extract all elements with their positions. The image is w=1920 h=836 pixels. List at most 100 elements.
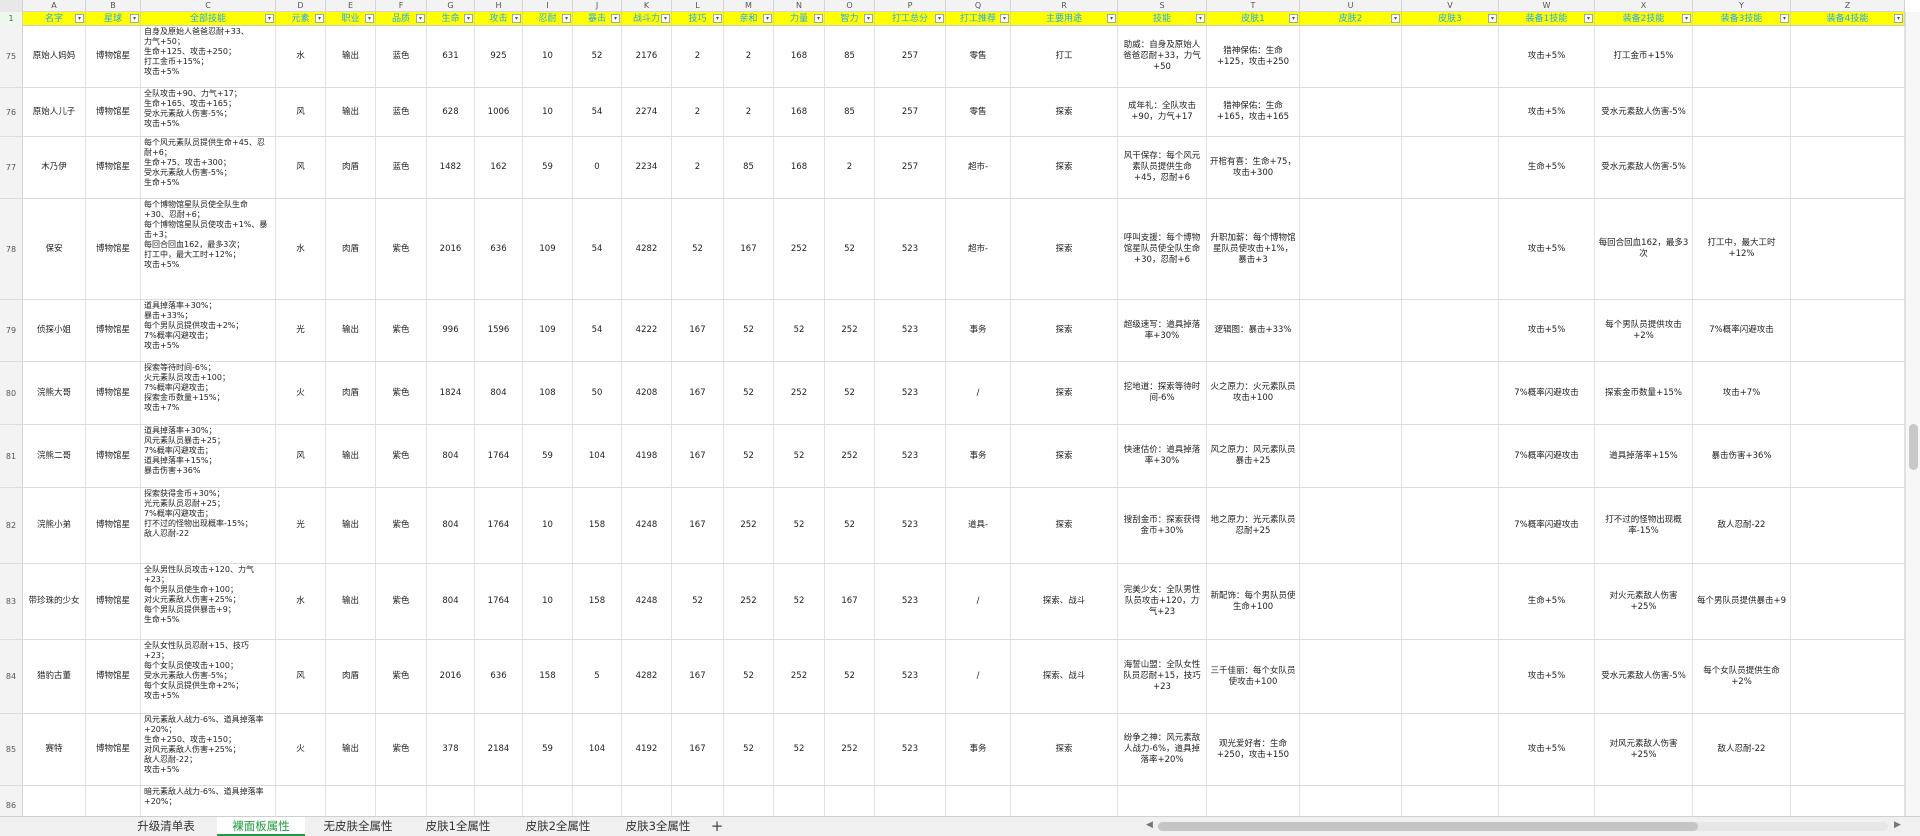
column-letter[interactable]: L xyxy=(672,0,724,12)
column-letter[interactable]: N xyxy=(774,0,825,12)
cell-f[interactable]: 紫色 xyxy=(376,300,427,361)
filter-dropdown-icon[interactable]: ▾ xyxy=(814,14,823,23)
cell-v[interactable] xyxy=(1402,488,1499,563)
cell-o[interactable]: 52 xyxy=(825,199,875,299)
cell-l[interactable]: 167 xyxy=(672,425,724,487)
sheet-tab[interactable]: 升级清单表 xyxy=(122,817,210,836)
cell-m[interactable]: 52 xyxy=(724,425,774,487)
cell-p[interactable]: 523 xyxy=(875,362,946,424)
cell-b[interactable] xyxy=(86,786,141,816)
header-cell[interactable]: 装备4技能 ▾ xyxy=(1791,12,1905,26)
cell-g[interactable]: 804 xyxy=(427,564,475,639)
column-letter[interactable]: I xyxy=(523,0,573,12)
cell-j[interactable]: 158 xyxy=(573,488,622,563)
horizontal-scroll-thumb[interactable] xyxy=(1158,822,1698,831)
filter-dropdown-icon[interactable]: ▾ xyxy=(1289,14,1298,23)
cell-t[interactable]: 开棺有喜：生命+75，攻击+300 xyxy=(1207,137,1300,198)
cell-h[interactable]: 1596 xyxy=(475,300,523,361)
cell-n[interactable]: 252 xyxy=(774,199,825,299)
cell-h[interactable]: 636 xyxy=(475,199,523,299)
cell-y[interactable]: 每个女队员提供生命+2% xyxy=(1693,640,1791,713)
cell-l[interactable]: 167 xyxy=(672,300,724,361)
cell-z[interactable] xyxy=(1791,26,1905,87)
cell-e[interactable] xyxy=(326,786,376,816)
filter-dropdown-icon[interactable]: ▾ xyxy=(661,14,670,23)
cell-s[interactable]: 呼叫支援：每个博物馆星队员使全队生命+30，忍耐+6 xyxy=(1118,199,1207,299)
cell-t[interactable]: 逻辑图：暴击+33% xyxy=(1207,300,1300,361)
cell-p[interactable]: 523 xyxy=(875,488,946,563)
cell-y[interactable]: 敌人忍耐-22 xyxy=(1693,714,1791,785)
cell-r[interactable]: 探索 xyxy=(1011,199,1118,299)
cell-q[interactable]: 道具- xyxy=(946,488,1011,563)
filter-dropdown-icon[interactable]: ▾ xyxy=(265,14,274,23)
column-letter[interactable]: W xyxy=(1499,0,1595,12)
cell-n[interactable]: 52 xyxy=(774,425,825,487)
cell-m[interactable]: 52 xyxy=(724,300,774,361)
cell-l[interactable] xyxy=(672,786,724,816)
cell-k[interactable]: 2176 xyxy=(622,26,672,87)
cell-r[interactable]: 探索 xyxy=(1011,137,1118,198)
cell-w[interactable]: 攻击+5% xyxy=(1499,199,1595,299)
cell-c[interactable]: 全队女性队员忍耐+15、技巧+23； 每个女队员使攻击+100； 受水元素敌人伤… xyxy=(141,640,276,713)
cell-w[interactable]: 攻击+5% xyxy=(1499,88,1595,136)
cell-g[interactable]: 631 xyxy=(427,26,475,87)
cell-d[interactable]: 水 xyxy=(276,199,326,299)
cell-h[interactable]: 636 xyxy=(475,640,523,713)
cell-r[interactable]: 探索 xyxy=(1011,425,1118,487)
cell-h[interactable]: 2184 xyxy=(475,714,523,785)
filter-dropdown-icon[interactable]: ▾ xyxy=(763,14,772,23)
column-letter[interactable]: J xyxy=(573,0,622,12)
cell-w[interactable]: 7%概率闪避攻击 xyxy=(1499,425,1595,487)
cell-u[interactable] xyxy=(1300,88,1402,136)
cell-b[interactable]: 博物馆星 xyxy=(86,199,141,299)
cell-p[interactable] xyxy=(875,786,946,816)
cell-l[interactable]: 52 xyxy=(672,564,724,639)
cell-u[interactable] xyxy=(1300,425,1402,487)
add-sheet-button[interactable]: + xyxy=(708,817,726,836)
header-cell[interactable]: 生命 ▾ xyxy=(427,12,475,26)
cell-k[interactable]: 4282 xyxy=(622,640,672,713)
cell-a[interactable]: 带珍珠的少女 xyxy=(23,564,86,639)
cell-m[interactable]: 252 xyxy=(724,564,774,639)
column-letter[interactable]: B xyxy=(86,0,141,12)
cell-m[interactable]: 2 xyxy=(724,26,774,87)
cell-n[interactable]: 252 xyxy=(774,640,825,713)
row-number[interactable]: 75 xyxy=(0,26,23,87)
cell-v[interactable] xyxy=(1402,300,1499,361)
cell-x[interactable]: 受水元素敌人伤害-5% xyxy=(1595,137,1693,198)
cell-k[interactable]: 4198 xyxy=(622,425,672,487)
cell-b[interactable]: 博物馆星 xyxy=(86,488,141,563)
column-letter[interactable]: V xyxy=(1402,0,1499,12)
cell-o[interactable]: 85 xyxy=(825,88,875,136)
cell-p[interactable]: 523 xyxy=(875,640,946,713)
header-cell[interactable]: 亲和 ▾ xyxy=(724,12,774,26)
select-all-corner[interactable] xyxy=(0,0,23,12)
cell-z[interactable] xyxy=(1791,488,1905,563)
sheet-tab[interactable]: 皮肤3全属性 xyxy=(612,817,704,836)
column-letter[interactable]: X xyxy=(1595,0,1693,12)
filter-dropdown-icon[interactable]: ▾ xyxy=(864,14,873,23)
cell-c[interactable]: 全队攻击+90、力气+17； 生命+165、攻击+165； 受水元素敌人伤害-5… xyxy=(141,88,276,136)
cell-l[interactable]: 167 xyxy=(672,488,724,563)
cell-s[interactable] xyxy=(1118,786,1207,816)
cell-q[interactable]: 事务 xyxy=(946,425,1011,487)
cell-e[interactable]: 肉盾 xyxy=(326,640,376,713)
cell-d[interactable]: 风 xyxy=(276,640,326,713)
filter-dropdown-icon[interactable]: ▾ xyxy=(130,14,139,23)
cell-g[interactable] xyxy=(427,786,475,816)
column-letter[interactable]: E xyxy=(326,0,376,12)
filter-dropdown-icon[interactable]: ▾ xyxy=(562,14,571,23)
cell-a[interactable]: 猎豹古董 xyxy=(23,640,86,713)
header-cell[interactable]: 装备3技能 ▾ xyxy=(1693,12,1791,26)
cell-r[interactable]: 探索、战斗 xyxy=(1011,564,1118,639)
column-letter[interactable]: G xyxy=(427,0,475,12)
header-cell[interactable]: 名字 ▾ xyxy=(23,12,86,26)
cell-f[interactable]: 紫色 xyxy=(376,714,427,785)
cell-j[interactable]: 54 xyxy=(573,199,622,299)
header-cell[interactable]: 智力 ▾ xyxy=(825,12,875,26)
cell-z[interactable] xyxy=(1791,564,1905,639)
cell-t[interactable]: 风之原力：风元素队员暴击+25 xyxy=(1207,425,1300,487)
header-cell[interactable]: 技巧 ▾ xyxy=(672,12,724,26)
cell-o[interactable]: 252 xyxy=(825,300,875,361)
column-letter[interactable]: Q xyxy=(946,0,1011,12)
